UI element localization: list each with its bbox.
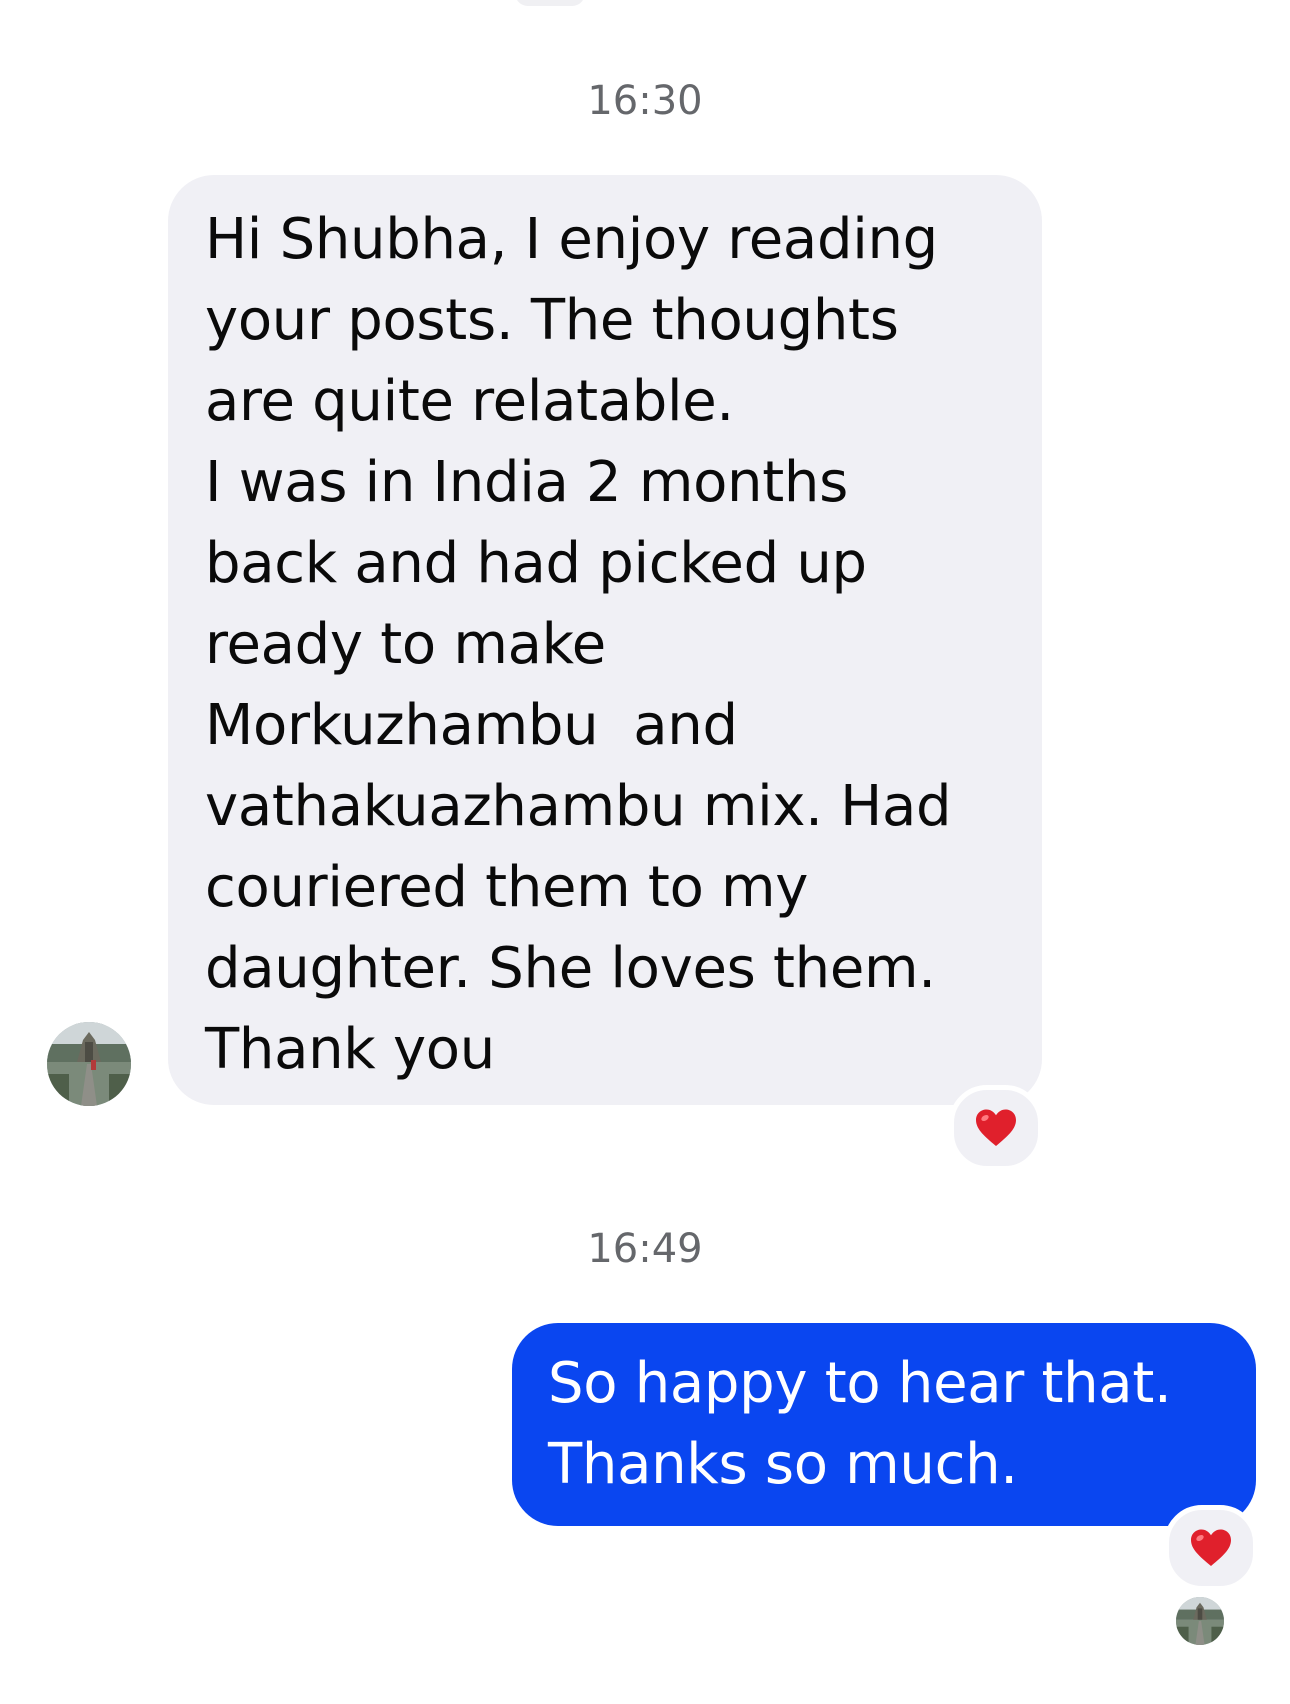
message-text-line: couriered them to my xyxy=(205,855,809,920)
read-receipt-avatar xyxy=(1176,1597,1224,1645)
message-reaction[interactable] xyxy=(1164,1505,1258,1591)
message-timestamp: 16:30 xyxy=(587,78,703,124)
message-text-line: your posts. The thoughts xyxy=(205,288,899,353)
message-text-line: I was in India 2 months xyxy=(205,450,848,515)
outgoing-message-bubble[interactable]: So happy to hear that. Thanks so much. xyxy=(512,1323,1256,1526)
message-reaction[interactable] xyxy=(949,1085,1043,1171)
red-heart-icon xyxy=(976,1109,1016,1146)
message-text-line: vathakuazhambu mix. Had xyxy=(205,774,952,839)
message-text-line: are quite relatable. xyxy=(205,369,734,434)
message-text-line: Thanks so much. xyxy=(548,1432,1018,1497)
message-text-line: back and had picked up xyxy=(205,531,867,596)
red-heart-icon xyxy=(1191,1529,1231,1566)
incoming-message-bubble[interactable]: Hi Shubha, I enjoy reading your posts. T… xyxy=(168,175,1042,1105)
message-text-line: Thank you xyxy=(205,1017,495,1082)
message-text-line: Morkuzhambu and xyxy=(205,693,738,758)
message-text-line: So happy to hear that. xyxy=(548,1351,1172,1416)
previous-message-edge xyxy=(515,0,585,6)
sender-avatar[interactable] xyxy=(47,1022,131,1106)
profile-photo-icon xyxy=(47,1022,131,1106)
message-text-line: Hi Shubha, I enjoy reading xyxy=(205,207,938,272)
message-text-line: daughter. She loves them. xyxy=(205,936,936,1001)
profile-photo-icon xyxy=(1176,1597,1224,1645)
message-timestamp: 16:49 xyxy=(587,1226,703,1272)
message-text-line: ready to make xyxy=(205,612,606,677)
